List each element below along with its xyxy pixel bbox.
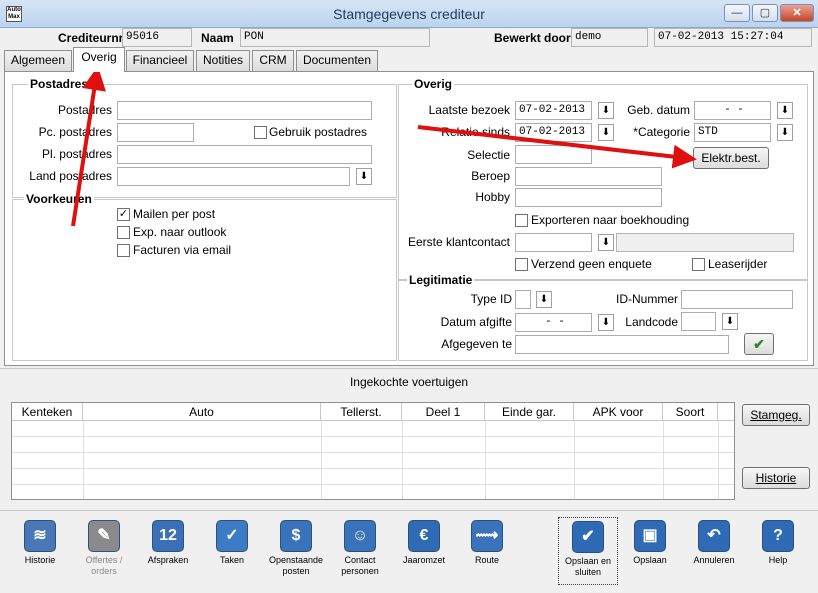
arrow-to-elektr-button: [417, 125, 697, 169]
arrow-to-overig-tab: [71, 66, 107, 227]
annotation-arrows: [71, 66, 697, 227]
tab-overig[interactable]: Overig: [73, 47, 125, 72]
